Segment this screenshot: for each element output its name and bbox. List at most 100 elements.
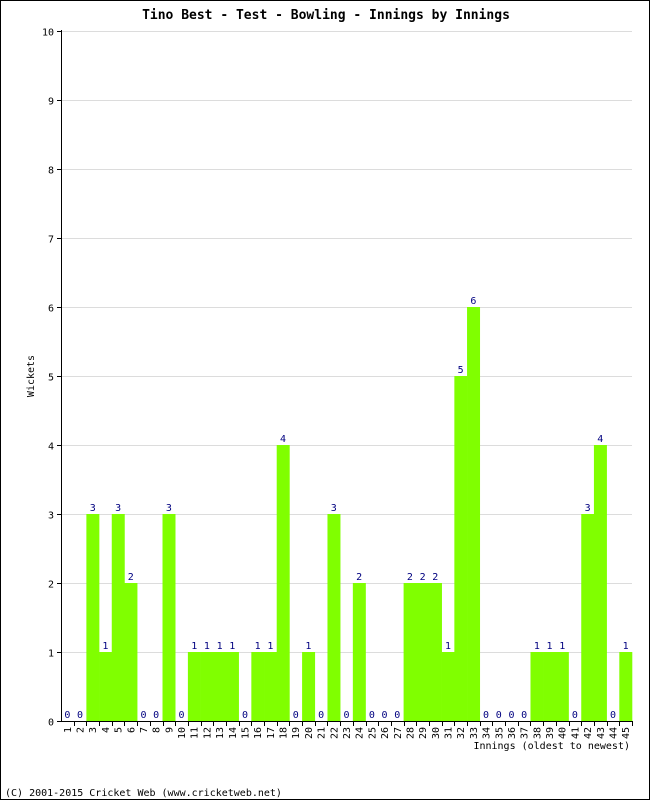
chart: Tino Best - Test - Bowling - Innings by …: [5, 8, 633, 799]
bar: [543, 652, 557, 721]
bar: [327, 514, 341, 721]
x-tick-label: 43: [596, 727, 607, 739]
bar: [162, 514, 176, 721]
data-label: 0: [382, 710, 388, 721]
footer-copyright: (C) 2001-2015 Cricket Web (www.cricketwe…: [5, 788, 282, 799]
bar: [251, 652, 265, 721]
bar: [86, 514, 100, 721]
data-label: 1: [559, 641, 565, 652]
data-label: 2: [356, 572, 362, 583]
x-tick-label: 24: [355, 727, 366, 739]
data-label: 1: [204, 641, 210, 652]
bar: [619, 652, 633, 721]
x-tick-label: 14: [228, 727, 239, 739]
y-tick-label: 4: [48, 442, 54, 453]
bar: [99, 652, 113, 721]
data-label: 4: [280, 434, 286, 445]
chart-title: Tino Best - Test - Bowling - Innings by …: [142, 8, 510, 23]
x-tick-label: 41: [570, 727, 581, 739]
data-label: 0: [153, 710, 159, 721]
y-tick-label: 9: [48, 97, 54, 108]
x-tick-label: 27: [393, 727, 404, 739]
data-label: 3: [331, 503, 337, 514]
x-axis-label: Innings (oldest to newest): [473, 741, 630, 752]
bar: [416, 583, 430, 721]
x-tick-label: 31: [444, 727, 455, 739]
x-tick-label: 39: [545, 727, 556, 739]
x-tick-label: 29: [418, 727, 429, 739]
x-tick-label: 5: [114, 727, 125, 733]
x-tick-label: 19: [291, 727, 302, 739]
x-tick-label: 8: [152, 727, 163, 733]
x-tick-label: 32: [456, 727, 467, 739]
data-label: 2: [128, 572, 134, 583]
y-tick-label: 10: [42, 28, 54, 39]
x-tick-label: 12: [202, 727, 213, 739]
x-tick-label: 23: [342, 727, 353, 739]
bar: [302, 652, 316, 721]
bar: [581, 514, 595, 721]
data-label: 3: [585, 503, 591, 514]
data-label: 4: [597, 434, 603, 445]
x-tick-label: 30: [431, 727, 442, 739]
data-label: 0: [318, 710, 324, 721]
x-tick-label: 18: [279, 727, 290, 739]
x-tick-label: 9: [164, 727, 175, 733]
x-tick-label: 15: [240, 727, 251, 739]
x-tick-label: 16: [253, 727, 264, 739]
data-label: 0: [293, 710, 299, 721]
chart-frame: Tino Best - Test - Bowling - Innings by …: [0, 0, 650, 800]
data-label: 0: [394, 710, 400, 721]
x-tick-label: 2: [76, 727, 87, 733]
x-tick-label: 44: [608, 727, 619, 739]
x-tick-label: 40: [558, 727, 569, 739]
data-label: 0: [140, 710, 146, 721]
bar: [111, 514, 125, 721]
x-tick-label: 20: [304, 727, 315, 739]
y-tick-label: 3: [48, 511, 54, 522]
x-tick-label: 10: [177, 727, 188, 739]
data-label: 1: [191, 641, 197, 652]
bar: [264, 652, 278, 721]
x-tick-label: 21: [317, 727, 328, 739]
data-label: 0: [572, 710, 578, 721]
y-tick-label: 0: [48, 718, 54, 729]
data-label: 1: [255, 641, 261, 652]
x-tick-label: 35: [494, 727, 505, 739]
data-label: 0: [369, 710, 375, 721]
bar: [352, 583, 366, 721]
x-tick-label: 6: [126, 727, 137, 733]
data-label: 0: [64, 710, 70, 721]
x-tick-label: 34: [482, 727, 493, 739]
axes: [57, 30, 633, 726]
data-label: 0: [521, 710, 527, 721]
x-tick-label: 37: [520, 727, 531, 739]
data-label: 2: [407, 572, 413, 583]
bar: [213, 652, 227, 721]
data-label: 1: [534, 641, 540, 652]
x-tick-label: 13: [215, 727, 226, 739]
data-label: 2: [432, 572, 438, 583]
y-tick-label: 8: [48, 166, 54, 177]
grid: [61, 31, 632, 653]
data-label: 3: [115, 503, 121, 514]
x-tick-label: 36: [507, 727, 518, 739]
y-tick-label: 1: [48, 649, 54, 660]
data-label: 1: [102, 641, 108, 652]
data-label: 0: [483, 710, 489, 721]
data-label: 5: [458, 365, 464, 376]
bar: [454, 376, 468, 721]
x-tick-label: 28: [405, 727, 416, 739]
x-tick-label: 11: [190, 727, 201, 739]
bar: [441, 652, 455, 721]
data-label: 1: [623, 641, 629, 652]
bar: [530, 652, 544, 721]
data-label: 1: [217, 641, 223, 652]
data-label: 0: [508, 710, 514, 721]
x-tick-label: 7: [139, 727, 150, 733]
x-tick-label: 1: [63, 727, 74, 733]
data-label: 3: [166, 503, 172, 514]
x-tick-label: 42: [583, 727, 594, 739]
x-tick-label: 22: [329, 727, 340, 739]
x-tick-label: 45: [621, 727, 632, 739]
